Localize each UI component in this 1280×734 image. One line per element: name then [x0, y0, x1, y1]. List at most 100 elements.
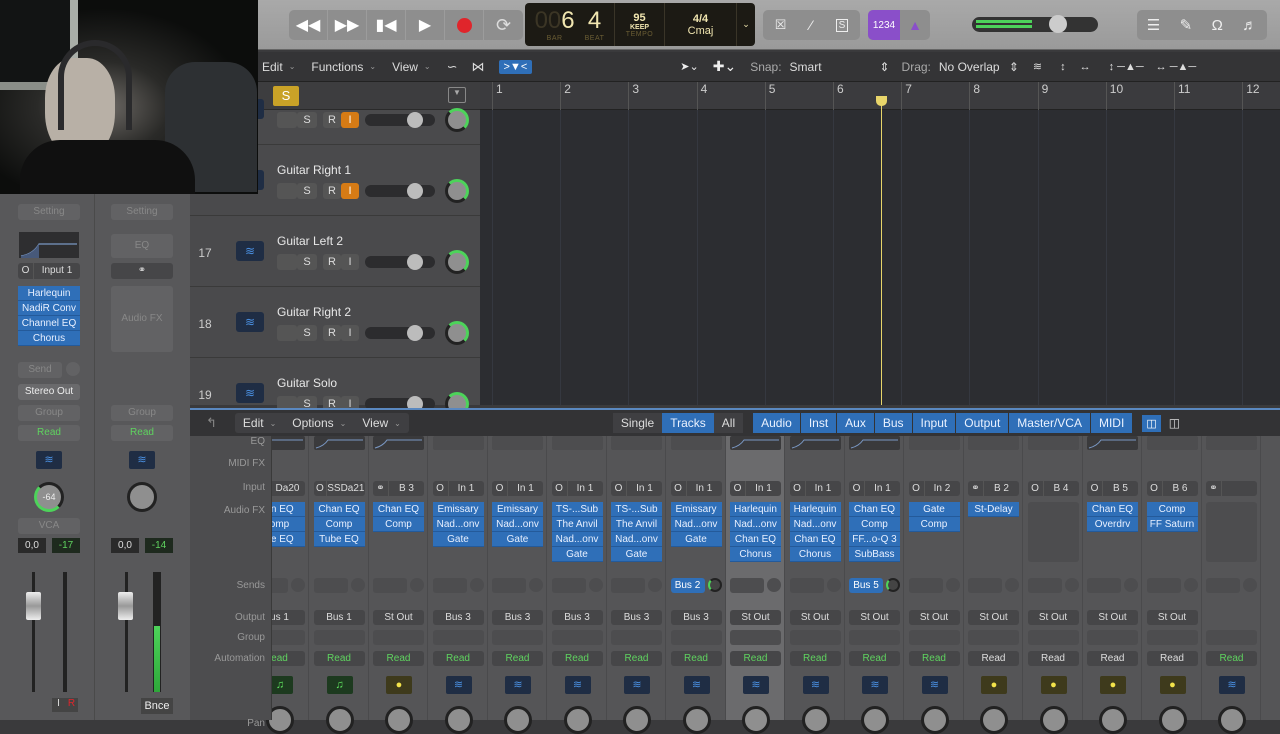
- audio-fx-plugin[interactable]: Emissary: [432, 502, 484, 517]
- peak-readout[interactable]: -14: [145, 538, 173, 553]
- group-slot[interactable]: [432, 630, 484, 645]
- eq-thumbnail[interactable]: [313, 436, 365, 450]
- audio-fx-plugin[interactable]: Nad...onv: [551, 532, 603, 547]
- send-slot[interactable]: [908, 578, 943, 593]
- automation-mode[interactable]: Read: [730, 651, 781, 666]
- mixer-options-menu[interactable]: Options ⌄: [284, 416, 354, 430]
- mixer-channel-strip[interactable]: O In 1 Chan EQ Comp FF...o-Q 3 SubBass Bus 5 St…: [845, 436, 904, 734]
- setting-button[interactable]: Setting: [18, 204, 80, 220]
- solo-mode-icon[interactable]: S: [835, 18, 849, 32]
- pan-knob[interactable]: [1099, 706, 1127, 734]
- cycle-button[interactable]: ⟳: [484, 10, 523, 40]
- input-format-icon[interactable]: O: [790, 481, 806, 496]
- eq-slot-empty[interactable]: [908, 436, 960, 450]
- notepad-icon[interactable]: ✎: [1180, 16, 1193, 34]
- send-level-knob[interactable]: [767, 578, 781, 592]
- group-slot[interactable]: [1146, 630, 1198, 645]
- send-level-knob[interactable]: [1124, 578, 1138, 592]
- input-slot[interactable]: O In 1: [670, 481, 722, 496]
- send-slot[interactable]: [789, 578, 824, 593]
- input-slot[interactable]: O In 1: [551, 481, 603, 496]
- send-slot[interactable]: Bus 5: [849, 578, 883, 593]
- pan-knob[interactable]: [1218, 706, 1246, 734]
- mixer-channel-strip[interactable]: O In 1 TS-...Sub The Anvil Nad...onv Gate Bus …: [548, 436, 607, 734]
- pan-knob[interactable]: [861, 706, 889, 734]
- eq-thumbnail[interactable]: [1087, 436, 1138, 450]
- automation-mode[interactable]: Read: [551, 651, 603, 666]
- send-slot[interactable]: [730, 578, 764, 593]
- track-volume-slider[interactable]: [365, 254, 435, 270]
- eq-slot-empty[interactable]: [551, 436, 603, 450]
- flex-icon[interactable]: ⋈: [472, 59, 485, 75]
- record-enable-button[interactable]: R: [323, 183, 341, 199]
- mixer-channel-strip[interactable]: O B 6 Comp FF Saturn St Out Read ●: [1143, 436, 1202, 734]
- audio-fx-plugin[interactable]: Chan EQ: [730, 532, 781, 547]
- count-in-button[interactable]: 1234: [868, 10, 900, 40]
- automation-mode[interactable]: Read: [789, 651, 841, 666]
- pan-knob[interactable]: [385, 706, 413, 734]
- group-slot[interactable]: [670, 630, 722, 645]
- automation-mode[interactable]: Read: [432, 651, 484, 666]
- eq-slot-empty[interactable]: [1146, 436, 1198, 450]
- audio-fx-plugin[interactable]: Nad...onv: [492, 517, 543, 532]
- filter-tab-input[interactable]: Input: [912, 413, 956, 433]
- send-level-knob[interactable]: [1183, 578, 1198, 592]
- send-slot[interactable]: [551, 578, 586, 593]
- audio-fx-plugin[interactable]: Chorus: [18, 331, 80, 346]
- send-slot[interactable]: [968, 578, 1002, 593]
- mixer-channel-strip[interactable]: ⚭ Read ≋: [1202, 436, 1261, 734]
- group-slot[interactable]: [730, 630, 781, 645]
- send-level-knob[interactable]: [350, 578, 365, 592]
- volume-knob[interactable]: [1049, 15, 1067, 33]
- group-slot[interactable]: [373, 630, 424, 645]
- audio-fx-plugin[interactable]: TS-...Sub: [611, 502, 662, 517]
- audio-fx-plugin[interactable]: FF Saturn: [1146, 517, 1198, 532]
- track-header[interactable]: 18 ≋ Guitar Right 2 SRI: [190, 287, 480, 358]
- mixer-channel-strip[interactable]: O In 1 TS-...Sub The Anvil Nad...onv Gate Bus …: [607, 436, 666, 734]
- track-name[interactable]: Guitar Left 2: [277, 234, 343, 248]
- eq-slot[interactable]: EQ: [111, 234, 173, 258]
- low-latency-icon[interactable]: ☒: [775, 17, 787, 33]
- input-format-icon[interactable]: O: [671, 481, 687, 496]
- mute-button[interactable]: [277, 325, 297, 341]
- audio-fx-plugin[interactable]: Nad...onv: [730, 517, 781, 532]
- send-level-knob[interactable]: [291, 578, 305, 592]
- audio-fx-plugin[interactable]: Channel EQ: [18, 316, 80, 331]
- narrow-channels-icon[interactable]: ◫: [1169, 416, 1180, 430]
- send-level-knob[interactable]: [469, 578, 484, 592]
- send-slot[interactable]: [1027, 578, 1062, 593]
- audio-fx-plugin[interactable]: Nad...onv: [789, 517, 841, 532]
- track-name[interactable]: Guitar Solo: [277, 376, 337, 390]
- audio-fx-plugin[interactable]: Gate: [432, 532, 484, 547]
- mute-button[interactable]: [277, 254, 297, 270]
- pan-knob[interactable]: [682, 706, 711, 734]
- send-slot[interactable]: Bus 2: [670, 578, 705, 593]
- mixer-channel-strip[interactable]: O In 1 Emissary Nad...onv Gate Bus 3 Read ≋: [488, 436, 547, 734]
- pan-knob[interactable]: [445, 250, 469, 274]
- pan-knob[interactable]: [445, 179, 469, 203]
- mixer-channel-strip[interactable]: O B 5 Chan EQ Overdrv St Out Read ●: [1083, 436, 1142, 734]
- eq-slot-empty[interactable]: [492, 436, 543, 450]
- automation-mode[interactable]: Read: [1027, 651, 1079, 666]
- record-enable-button[interactable]: R: [323, 325, 341, 341]
- eq-slot-empty[interactable]: [1206, 436, 1257, 450]
- view-tab-all[interactable]: All: [713, 413, 744, 433]
- output-slot[interactable]: St Out: [1146, 610, 1198, 625]
- audio-fx-plugin[interactable]: Chan EQ: [789, 532, 841, 547]
- pan-knob[interactable]: [742, 706, 770, 734]
- input-format-icon[interactable]: O: [314, 481, 328, 496]
- automation-icon[interactable]: ∽: [447, 59, 458, 75]
- pan-knob[interactable]: [444, 706, 473, 734]
- group-slot[interactable]: [492, 630, 543, 645]
- mixer-channel-strip[interactable]: O SSDa21 Chan EQ Comp Tube EQ Bus 1 Read ♫: [310, 436, 369, 734]
- pan-knob[interactable]: [801, 706, 830, 734]
- input-slot[interactable]: O In 1: [730, 481, 781, 496]
- send-level-knob[interactable]: [1243, 578, 1257, 592]
- input-slot[interactable]: O Input 1: [18, 263, 80, 279]
- input-monitor-button[interactable]: I: [341, 254, 359, 270]
- mixer-edit-menu[interactable]: Edit ⌄: [235, 416, 284, 430]
- input-slot[interactable]: O B 4: [1027, 481, 1079, 496]
- filter-tab-bus[interactable]: Bus: [874, 413, 912, 433]
- input-slot[interactable]: ⚭ B 3: [373, 481, 424, 496]
- pan-knob[interactable]: [920, 706, 949, 734]
